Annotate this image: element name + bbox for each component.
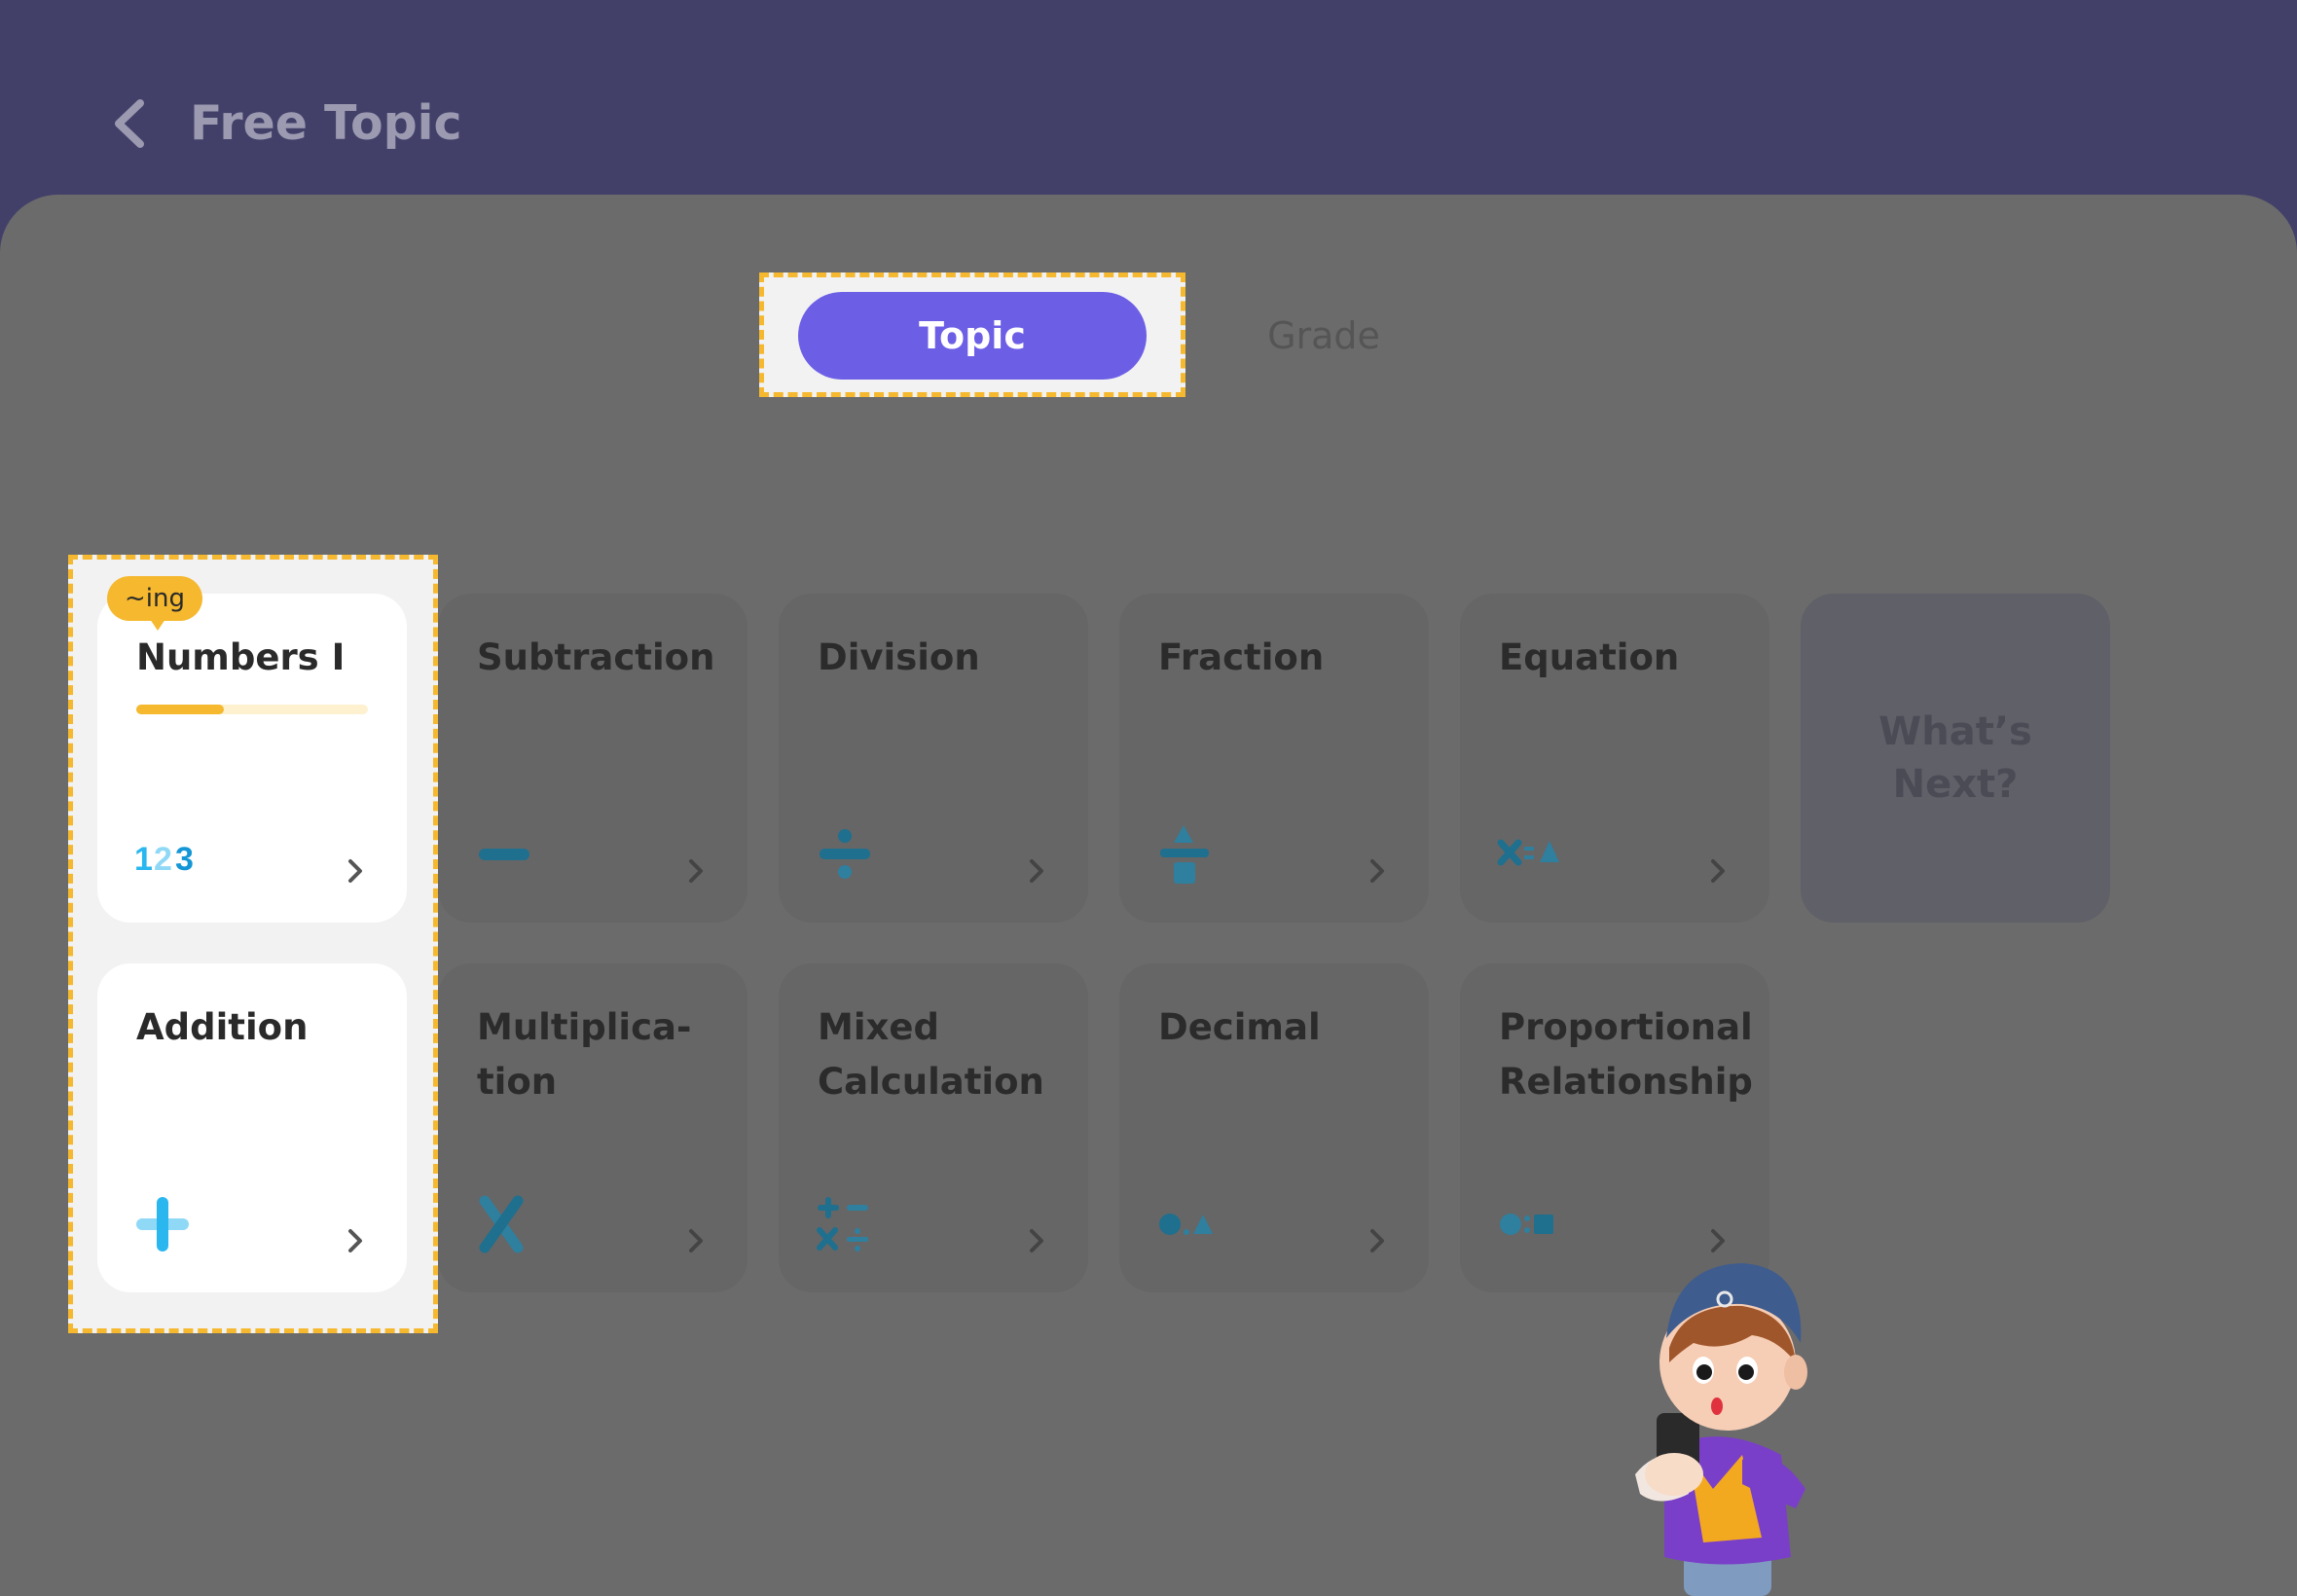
topic-card-subtraction[interactable]: Subtraction [438, 594, 747, 923]
topic-card-whats-next: What’s Next? [1801, 594, 2110, 923]
chevron-right-icon [1370, 1229, 1384, 1252]
chevron-right-icon [348, 1229, 362, 1252]
topic-card-decimal[interactable]: Decimal [1119, 963, 1429, 1292]
card-label-line-1: Multiplica- [477, 1006, 692, 1048]
svg-text:3: 3 [175, 841, 194, 878]
svg-text:2: 2 [154, 841, 172, 878]
topic-card-fraction[interactable]: Fraction [1119, 594, 1429, 923]
chevron-right-icon [1370, 859, 1384, 883]
tab-grade[interactable]: Grade [1197, 292, 1450, 380]
card-label: Subtraction [477, 636, 715, 678]
topic-card-addition[interactable]: Addition [97, 963, 407, 1292]
fraction-icon [1160, 825, 1209, 884]
page-title: Free Topic [190, 95, 462, 151]
card-label: Division [818, 636, 980, 678]
chevron-right-icon [689, 1229, 703, 1252]
card-label-line-1: Mixed [818, 1006, 939, 1048]
card-label: What’s Next? [1801, 594, 2110, 923]
mascot-character-illustration [1635, 1263, 1807, 1596]
topic-card-equation[interactable]: Equation [1460, 594, 1769, 923]
card-label: Decimal [1158, 1006, 1321, 1048]
progress-fill [136, 705, 225, 714]
svg-text:1: 1 [134, 841, 153, 878]
header-bar: Free Topic [0, 0, 2297, 195]
card-label-line-2: Calculation [818, 1061, 1044, 1103]
card-label: Numbers I [136, 636, 346, 678]
equation-icon [1497, 839, 1559, 866]
topic-card-division[interactable]: Division [779, 594, 1088, 923]
card-label: Mixed Calculation [818, 1000, 1080, 1109]
topic-card-proportional-relationship[interactable]: Proportional Relationship [1460, 963, 1769, 1292]
status-badge: ~ing [107, 576, 202, 631]
card-label-line-2: Relationship [1499, 1061, 1753, 1103]
card-label: Equation [1499, 636, 1680, 678]
card-label: Proportional Relationship [1499, 1000, 1762, 1109]
plus-icon [136, 1197, 189, 1251]
card-label: Addition [136, 1006, 309, 1048]
divide-icon [820, 829, 870, 879]
whats-next-label: What’s Next? [1878, 709, 2032, 807]
ratio-icon [1500, 1214, 1553, 1235]
back-button[interactable] [105, 93, 154, 154]
chevron-left-icon [115, 99, 144, 148]
chevron-right-icon [1711, 859, 1725, 883]
mixed-operations-icon [817, 1197, 868, 1251]
card-label: Fraction [1158, 636, 1325, 678]
chevron-right-icon [689, 859, 703, 883]
minus-icon [479, 849, 529, 860]
chevron-right-icon [1030, 859, 1043, 883]
topic-card-multiplication[interactable]: Multiplica- tion [438, 963, 747, 1292]
progress-bar [136, 705, 368, 714]
tab-topic[interactable]: Topic [798, 292, 1147, 380]
chevron-right-icon [348, 859, 362, 883]
multiply-icon [479, 1195, 524, 1253]
topic-card-numbers-i[interactable]: Numbers I 1 2 3 [97, 594, 407, 923]
card-label-line-2: tion [477, 1061, 558, 1103]
numbers-123-icon: 1 2 3 [134, 841, 194, 878]
topic-card-mixed-calculation[interactable]: Mixed Calculation [779, 963, 1088, 1292]
card-label-line-1: Proportional [1499, 1006, 1753, 1048]
decimal-icon [1159, 1214, 1213, 1235]
card-label: Multiplica- tion [477, 1000, 740, 1109]
chevron-right-icon [1030, 1229, 1043, 1252]
